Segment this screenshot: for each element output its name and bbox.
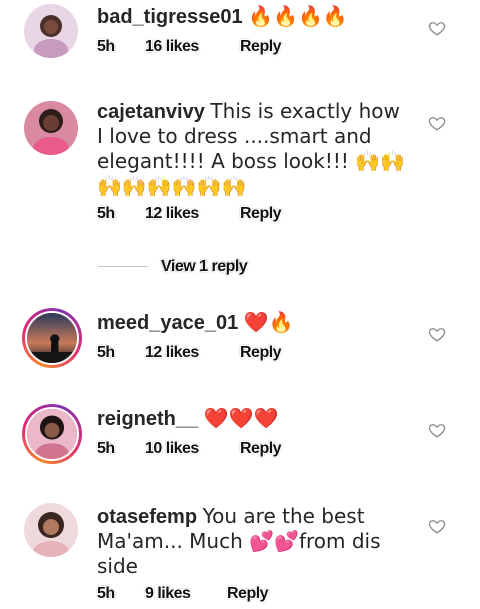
comment-username[interactable]: meed_yace_01 [97, 312, 238, 334]
heart-outline-icon[interactable] [428, 517, 446, 535]
avatar-image [27, 313, 77, 363]
comment-text: bad_tigresse01 🔥🔥🔥🔥 [97, 4, 407, 29]
comment-time: 5h [97, 344, 115, 361]
heart-outline-icon[interactable] [428, 114, 446, 132]
avatar[interactable] [24, 101, 78, 155]
view-replies-link[interactable]: View 1 reply [98, 258, 298, 276]
comment-likes[interactable]: 10 likes [145, 440, 199, 458]
comment-text: cajetanvivy This is exactly how I love t… [97, 99, 407, 199]
comment-body: 🔥🔥🔥🔥 [248, 4, 348, 28]
comment-username[interactable]: otasefemp [97, 506, 197, 528]
avatar-image [24, 4, 78, 58]
comment-likes[interactable]: 12 likes [145, 205, 199, 223]
comment-text: reigneth__ ❤️❤️❤️ [97, 406, 407, 431]
heart-outline-icon[interactable] [428, 325, 446, 343]
view-replies-label[interactable]: View 1 reply [161, 258, 248, 276]
comment-time: 5h [97, 440, 115, 457]
avatar[interactable] [24, 4, 78, 58]
avatar-image [27, 409, 77, 459]
avatar[interactable] [22, 404, 82, 464]
divider [98, 266, 148, 267]
comment-body: ❤️❤️❤️ [203, 406, 279, 430]
comment-text: meed_yace_01 ❤️🔥 [97, 310, 407, 335]
comment-likes[interactable]: 12 likes [145, 344, 199, 362]
comment-username[interactable]: cajetanvivy [97, 101, 205, 123]
reply-button[interactable]: Reply [240, 440, 282, 458]
comment-text: otasefemp You are the best Ma'am... Much… [97, 504, 407, 579]
comment-username[interactable]: reigneth__ [97, 408, 198, 430]
reply-button[interactable]: Reply [240, 205, 282, 223]
heart-outline-icon[interactable] [428, 19, 446, 37]
comment-username[interactable]: bad_tigresse01 [97, 6, 243, 28]
reply-button[interactable]: Reply [227, 585, 269, 603]
avatar-image [24, 101, 78, 155]
comment-likes[interactable]: 9 likes [145, 585, 191, 603]
reply-button[interactable]: Reply [240, 344, 282, 362]
comment-time: 5h [97, 205, 115, 222]
comment-time: 5h [97, 585, 115, 602]
avatar[interactable] [22, 308, 82, 368]
comment-likes[interactable]: 16 likes [145, 38, 199, 56]
avatar[interactable] [24, 503, 78, 557]
comment-time: 5h [97, 38, 115, 55]
reply-button[interactable]: Reply [240, 38, 282, 56]
comment-body: ❤️🔥 [243, 310, 294, 334]
avatar-image [24, 503, 78, 557]
heart-outline-icon[interactable] [428, 421, 446, 439]
